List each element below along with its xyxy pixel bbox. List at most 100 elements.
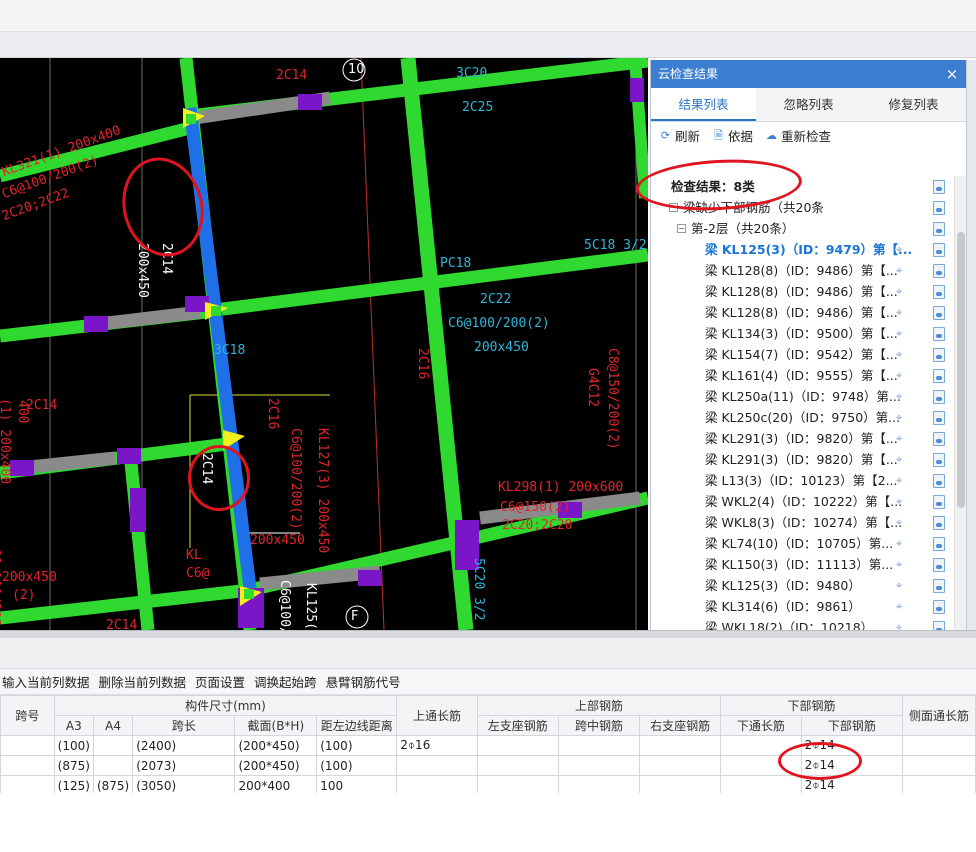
close-icon[interactable]: × (944, 60, 960, 88)
delete-column-button[interactable]: 删除当前列数据 (99, 672, 187, 691)
swap-start-span-button[interactable]: 调换起始跨 (254, 672, 317, 691)
report-icon[interactable] (933, 243, 945, 257)
table-cell[interactable]: (100) (53, 735, 94, 756)
tree-item-beam[interactable]: 梁 KL128(8)（ID：9486）第【... ⌖ (651, 302, 954, 323)
locate-icon[interactable]: ⌖ (896, 512, 902, 533)
tree-group[interactable]: − 第-2层（共20条） (651, 218, 954, 239)
locate-icon[interactable]: ⌖ (896, 575, 902, 596)
table-cell[interactable]: (100) (316, 755, 398, 776)
table-cell[interactable] (639, 735, 722, 756)
report-icon[interactable] (933, 222, 945, 236)
report-icon[interactable] (933, 516, 945, 530)
report-icon[interactable] (933, 453, 945, 467)
table-cell[interactable]: 2⌽14 (800, 755, 904, 776)
report-icon[interactable] (933, 432, 945, 446)
locate-icon[interactable]: ⌖ (896, 491, 902, 512)
refresh-button[interactable]: ⟳ 刷新 (659, 126, 700, 145)
page-setup-button[interactable]: 页面设置 (195, 672, 245, 691)
table-cell[interactable] (902, 735, 976, 756)
locate-icon[interactable]: ⌖ (896, 470, 902, 491)
table-cell[interactable]: (2073) (132, 755, 236, 776)
table-cell[interactable] (720, 735, 802, 756)
report-icon[interactable] (933, 348, 945, 362)
tree-item-beam[interactable]: 梁 KL134(3)（ID：9500）第【... ⌖ (651, 323, 954, 344)
table-cell[interactable] (557, 755, 641, 776)
tree-item-beam[interactable]: 梁 KL250c(20)（ID：9750）第... ⌖ (651, 407, 954, 428)
table-cell[interactable] (0, 735, 55, 756)
locate-icon[interactable]: ⌖ (896, 260, 902, 281)
table-cell[interactable] (902, 755, 976, 776)
pane-splitter[interactable] (0, 630, 976, 638)
table-cell[interactable]: (200*450) (234, 755, 318, 776)
tree-item-beam[interactable]: 梁 WKL2(4)（ID：10222）第【... ⌖ (651, 491, 954, 512)
report-icon[interactable] (933, 264, 945, 278)
table-cell[interactable] (92, 735, 134, 756)
report-icon[interactable] (933, 621, 945, 630)
tab-fixed[interactable]: 修复列表 (861, 88, 966, 121)
table-cell[interactable]: (100) (316, 735, 398, 756)
locate-icon[interactable]: ⌖ (896, 323, 902, 344)
table-cell[interactable] (92, 755, 134, 776)
report-icon[interactable] (933, 369, 945, 383)
input-column-button[interactable]: 输入当前列数据 (2, 672, 90, 691)
report-icon[interactable] (933, 495, 945, 509)
tree-item-beam[interactable]: 梁 KL74(10)（ID：10705）第... ⌖ (651, 533, 954, 554)
tree-item-beam[interactable]: 梁 WKL8(3)（ID：10274）第【... ⌖ (651, 512, 954, 533)
tree-item-beam[interactable]: 梁 KL314(6)（ID：9861） ⌖ (651, 596, 954, 617)
locate-icon[interactable]: ⌖ (896, 281, 902, 302)
report-icon[interactable] (933, 579, 945, 593)
report-icon[interactable] (933, 285, 945, 299)
report-icon[interactable] (933, 180, 945, 194)
table-cell[interactable]: (2400) (132, 735, 236, 756)
tree-item-beam[interactable]: 梁 KL250a(11)（ID：9748）第... ⌖ (651, 386, 954, 407)
table-cell[interactable] (476, 755, 559, 776)
tree-group[interactable]: 检查结果：8类 (651, 176, 954, 197)
report-icon[interactable] (933, 558, 945, 572)
tree-group[interactable]: − 梁缺少下部钢筋（共20条 (651, 197, 954, 218)
locate-icon[interactable]: ⌖ (896, 449, 902, 470)
table-cell[interactable] (476, 735, 559, 756)
locate-icon[interactable]: ⌖ (896, 344, 902, 365)
tree-item-beam[interactable]: 梁 KL154(7)（ID：9542）第【... ⌖ (651, 344, 954, 365)
table-cell[interactable] (396, 755, 478, 776)
tab-ignored[interactable]: 忽略列表 (756, 88, 861, 121)
table-cell[interactable] (557, 735, 641, 756)
locate-icon[interactable]: ⌖ (896, 428, 902, 449)
tree-scrollbar[interactable] (954, 176, 966, 630)
table-cell[interactable]: (200*450) (234, 735, 318, 756)
report-icon[interactable] (933, 327, 945, 341)
report-icon[interactable] (933, 411, 945, 425)
locate-icon[interactable]: ⌖ (896, 365, 902, 386)
locate-icon[interactable]: ⌖ (896, 239, 902, 260)
locate-icon[interactable]: ⌖ (896, 554, 902, 575)
locate-icon[interactable]: ⌖ (896, 617, 902, 630)
table-cell[interactable] (720, 755, 802, 776)
cantilever-code-button[interactable]: 悬臂钢筋代号 (326, 672, 401, 691)
report-icon[interactable] (933, 306, 945, 320)
table-cell[interactable]: 2⌽14 (800, 735, 904, 756)
tree-item-beam[interactable]: 梁 KL125(3)（ID：9479）第【... ⌖ (651, 239, 954, 260)
locate-icon[interactable]: ⌖ (896, 533, 902, 554)
tree-item-beam[interactable]: 梁 KL161(4)（ID：9555）第【... ⌖ (651, 365, 954, 386)
basis-button[interactable]: 🗎 依据 (712, 126, 753, 145)
locate-icon[interactable]: ⌖ (896, 407, 902, 428)
tree-item-beam[interactable]: 梁 KL291(3)（ID：9820）第【... ⌖ (651, 449, 954, 470)
report-icon[interactable] (933, 474, 945, 488)
recheck-button[interactable]: ☁ 重新检查 (765, 126, 831, 145)
tree-item-beam[interactable]: 梁 KL128(8)（ID：9486）第【... ⌖ (651, 281, 954, 302)
tree-item-beam[interactable]: 梁 KL150(3)（ID：11113）第... ⌖ (651, 554, 954, 575)
tree-item-beam[interactable]: 梁 KL125(3)（ID：9480） ⌖ (651, 575, 954, 596)
drawing-canvas[interactable]: KL321(1) 200x400 C6@100/200(2) 2C20;2C22 2C… (0, 58, 648, 630)
locate-icon[interactable]: ⌖ (896, 386, 902, 407)
tree-item-beam[interactable]: 梁 KL128(8)（ID：9486）第【... ⌖ (651, 260, 954, 281)
tree-item-beam[interactable]: 梁 WKL18(2)（ID：10218） ⌖ (651, 617, 954, 630)
table-cell[interactable] (0, 755, 55, 776)
locate-icon[interactable]: ⌖ (896, 596, 902, 617)
table-cell[interactable]: (875) (53, 755, 94, 776)
report-icon[interactable] (933, 201, 945, 215)
report-icon[interactable] (933, 600, 945, 614)
tab-results[interactable]: 结果列表 (651, 88, 756, 121)
locate-icon[interactable]: ⌖ (896, 302, 902, 323)
tree-item-beam[interactable]: 梁 KL291(3)（ID：9820）第【... ⌖ (651, 428, 954, 449)
scrollbar-thumb[interactable] (957, 232, 965, 508)
